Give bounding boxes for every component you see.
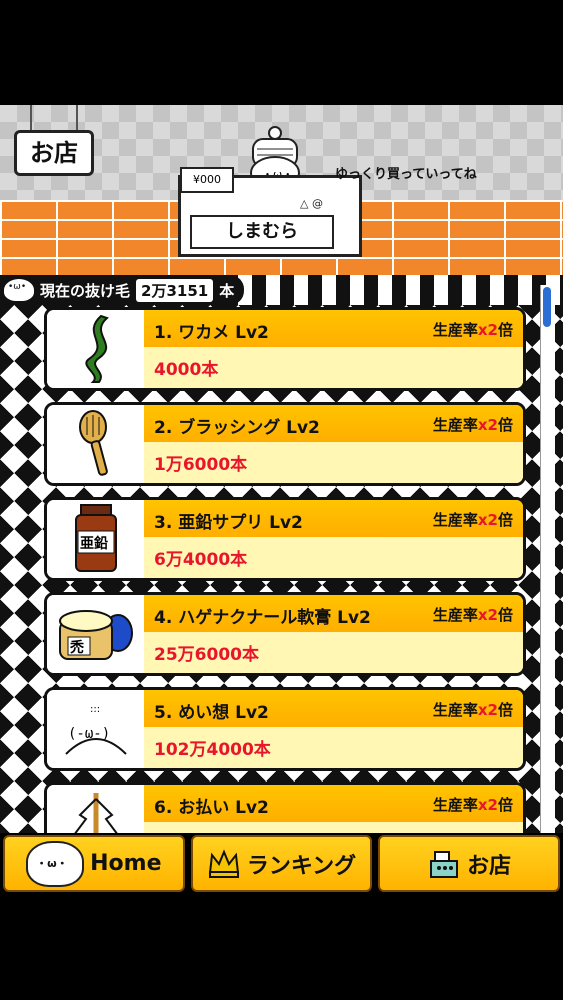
seaweed-icon [47,310,147,388]
ranking-label: ランキング [246,853,357,879]
item-rate: 生産率x2倍 [432,511,513,529]
hairbrush-icon [47,405,147,483]
purification-wand-icon [47,785,147,833]
item-cost: 25万6000本 [154,645,259,665]
item-rate: 生産率x2倍 [432,606,513,624]
clerk-speech: ゆっくり買っていってね [335,167,477,182]
meditation-face-icon: (-ω-)::: [47,690,147,768]
character-face-icon [4,279,34,301]
item-cost: 1万6000本 [154,455,248,475]
item-cost: 6万4000本 [154,550,248,570]
svg-text:(-ω-): (-ω-) [68,726,110,742]
register-keys: △ @ [300,197,323,210]
shop-item-list[interactable]: 1. ワカメ Lv2 生産率x2倍 4000本 2. ブラッシング Lv2 生産… [0,305,563,833]
cash-register-icon [430,850,459,878]
item-cost: 102万4000本 [154,740,271,760]
sign-string [30,105,78,133]
home-button[interactable]: Home [3,835,185,892]
ranking-button[interactable]: ランキング [190,835,373,892]
item-name: 1. ワカメ Lv2 [154,323,269,343]
item-name: 4. ハゲナクナール軟膏 Lv2 [154,608,371,628]
character-face-icon [26,840,85,887]
item-rate: 生産率x2倍 [432,321,513,339]
item-name: 3. 亜鉛サプリ Lv2 [154,513,303,533]
hair-count-value: 2万3151 [136,278,214,302]
item-rate: 生産率x2倍 [432,701,513,719]
shop-screen: お店 ・ω・ ¥000 △ @ しまむら ゆっくり買っていってね 現在の抜け毛 … [0,105,563,894]
shop-item-5[interactable]: (-ω-)::: 5. めい想 Lv2 生産率x2倍 102万4000本 [44,687,526,771]
item-name: 2. ブラッシング Lv2 [154,418,320,438]
ointment-jar-icon: 禿 [47,595,147,673]
zinc-supplement-icon: 亜鉛 [47,500,147,578]
list-scrollbar-thumb[interactable] [543,287,551,327]
shop-item-4[interactable]: 禿 4. ハゲナクナール軟膏 Lv2 生産率x2倍 25万6000本 [44,592,526,676]
register-label: しまむら [190,215,334,249]
shop-item-6[interactable]: 6. お払い Lv2 生産率x2倍 [44,782,526,833]
item-name: 5. めい想 Lv2 [154,703,269,723]
item-rate: 生産率x2倍 [432,796,513,814]
register-price-display: ¥000 [180,167,234,193]
svg-text:亜鉛: 亜鉛 [80,535,108,552]
home-label: Home [90,851,162,876]
list-scrollbar[interactable] [540,285,555,833]
item-rate: 生産率x2倍 [432,416,513,434]
svg-text:禿: 禿 [69,639,85,656]
shop-item-3[interactable]: 亜鉛 3. 亜鉛サプリ Lv2 生産率x2倍 6万4000本 [44,497,526,581]
item-cost: 4000本 [154,360,219,380]
item-name: 6. お払い Lv2 [154,798,269,818]
shop-sign: お店 [14,130,94,176]
svg-text::::: ::: [90,704,100,715]
hair-count-label: 現在の抜け毛 [40,281,131,300]
shop-button[interactable]: お店 [378,835,561,892]
shop-item-1[interactable]: 1. ワカメ Lv2 生産率x2倍 4000本 [44,307,526,391]
shop-item-2[interactable]: 2. ブラッシング Lv2 生産率x2倍 1万6000本 [44,402,526,486]
shop-label: お店 [467,853,512,879]
bottom-nav: Home ランキング お店 [0,833,563,894]
hair-count-unit: 本 [219,281,235,300]
crown-icon [208,848,239,878]
hair-count-bar: 現在の抜け毛 2万3151 本 [0,275,563,305]
